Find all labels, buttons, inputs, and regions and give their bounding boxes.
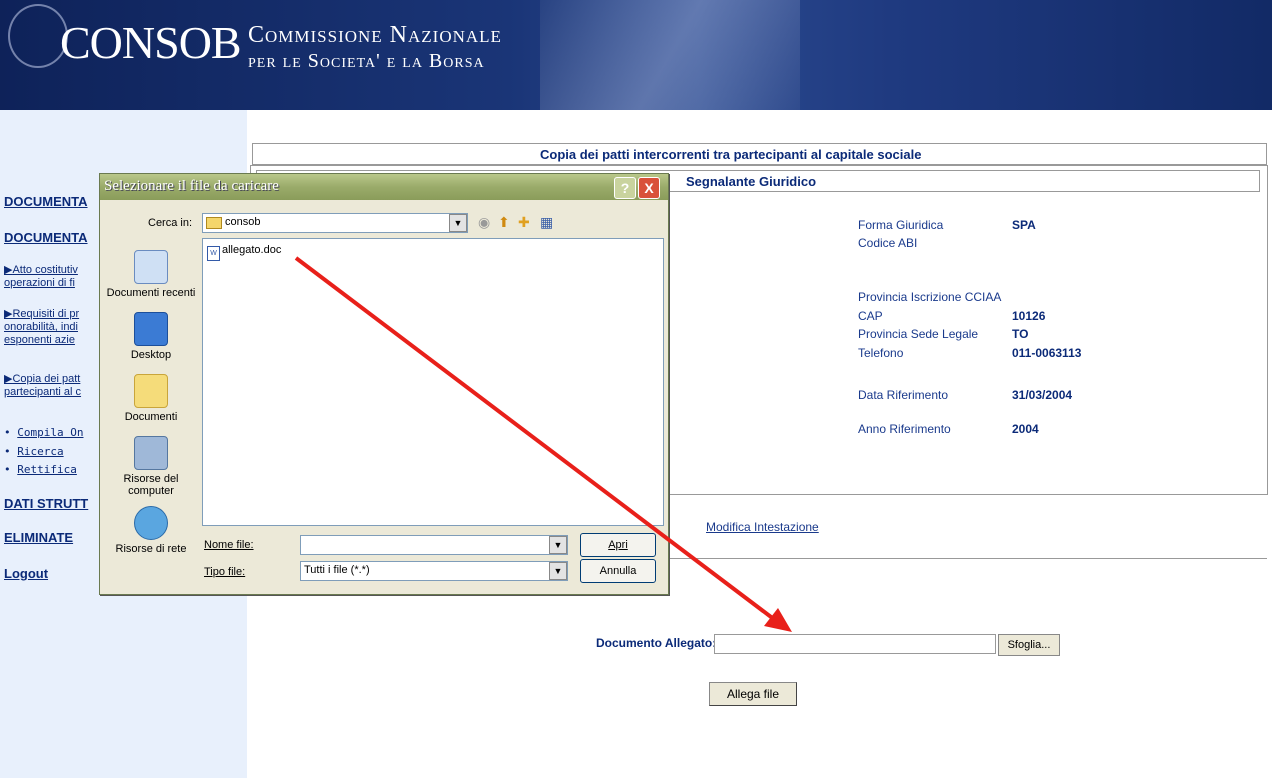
- apri-label: Apri: [608, 539, 628, 551]
- sidebar-head-documenta-1[interactable]: DOCUMENTA: [4, 194, 88, 209]
- data-label: Data Riferimento: [858, 388, 949, 402]
- tipo-file-value: Tutti i file (*.*): [304, 564, 370, 576]
- cap-value: 10126: [1012, 309, 1046, 323]
- data-value: 31/03/2004: [1012, 388, 1073, 402]
- nome-file-label-text: Nome file:: [204, 539, 254, 551]
- folder-icon: [206, 217, 222, 229]
- forma-label: Forma Giuridica: [858, 218, 944, 232]
- cerca-in-value: consob: [225, 216, 261, 228]
- place-label: Risorse di rete: [115, 543, 187, 555]
- cerca-in-label-text: Cerca in:: [148, 217, 193, 229]
- nome-file-label: Nome file:: [204, 539, 254, 551]
- chevron-down-icon[interactable]: ▼: [449, 214, 467, 232]
- cerca-in-select[interactable]: consob ▼: [202, 213, 468, 233]
- sidebar-bullet-compila-label: Compila On: [17, 426, 84, 439]
- place-label: Documenti: [124, 411, 178, 423]
- documento-allegato-input[interactable]: [714, 634, 996, 654]
- documents-folder-icon: [134, 374, 168, 408]
- sidebar-link-requisiti-label-3: esponenti azie: [4, 334, 75, 346]
- forma-value: SPA: [1012, 218, 1036, 232]
- sidebar-bullet-ricerca[interactable]: • Ricerca: [4, 445, 64, 458]
- apri-button[interactable]: Apri: [580, 533, 656, 557]
- sidebar-bullet-compila[interactable]: • Compila On: [4, 426, 83, 439]
- documento-allegato-label: Documento Allegato:: [596, 636, 717, 650]
- prov-value: TO: [1012, 327, 1029, 341]
- modifica-intestazione-link[interactable]: Modifica Intestazione: [706, 520, 819, 534]
- anno-label: Anno Riferimento: [858, 422, 951, 436]
- consob-emblem-icon: [8, 4, 68, 68]
- place-documenti-recenti[interactable]: Documenti recenti: [103, 250, 199, 299]
- place-desktop[interactable]: Desktop: [103, 312, 199, 361]
- place-label: Risorse del computer: [123, 473, 179, 497]
- abi-label: Codice ABI: [858, 236, 918, 250]
- sidebar-link-atto-label: Atto costitutiv: [12, 264, 78, 276]
- help-button[interactable]: ?: [614, 177, 636, 199]
- file-name: allegato.doc: [222, 244, 282, 256]
- brand-logo: CONSOB: [60, 17, 242, 68]
- clock-icon: [134, 250, 168, 284]
- sidebar-link-copia-label: Copia dei patt: [12, 373, 81, 385]
- tel-value: 011-0063113: [1012, 346, 1082, 360]
- tipo-file-label: Tipo file:: [204, 566, 245, 578]
- back-icon[interactable]: ◉: [478, 214, 490, 231]
- sidebar-link-atto[interactable]: ▶Atto costitutiv operazioni di fi: [4, 264, 78, 290]
- cerca-in-label: Cerca in:: [148, 217, 192, 229]
- sidebar-link-copia-label-2: partecipanti al c: [4, 386, 82, 398]
- network-globe-icon: [134, 506, 168, 540]
- place-risorse-rete[interactable]: Risorse di rete: [103, 506, 199, 555]
- place-documenti[interactable]: Documenti: [103, 374, 199, 423]
- file-upload-dialog: Selezionare il file da caricare ? X Cerc…: [99, 173, 669, 595]
- annulla-button[interactable]: Annulla: [580, 559, 656, 583]
- arrow-head: [764, 608, 792, 632]
- sidebar-link-requisiti-label-2: onorabilità, indi: [4, 321, 78, 333]
- brand-subtitle-1: Commissione Nazionale: [248, 22, 502, 48]
- sidebar-bullet-ricerca-label: Ricerca: [17, 445, 64, 458]
- place-risorse-computer[interactable]: Risorse del computer: [103, 436, 199, 497]
- sidebar-link-atto-label-2: operazioni di fi: [4, 277, 75, 289]
- new-folder-icon[interactable]: ✚: [518, 214, 530, 231]
- view-menu-icon[interactable]: ▦: [540, 214, 553, 231]
- anno-value: 2004: [1012, 422, 1039, 436]
- nome-file-input[interactable]: ▼: [300, 535, 568, 555]
- computer-icon: [134, 436, 168, 470]
- page-title: Copia dei patti intercorrenti tra partec…: [540, 147, 922, 162]
- sidebar-bullet-rettifica[interactable]: • Rettifica: [4, 463, 77, 476]
- allega-file-button[interactable]: Allega file: [709, 682, 797, 706]
- cciaa-label: Provincia Iscrizione CCIAA: [858, 290, 1002, 304]
- places-bar: Documenti recenti Desktop Documenti Riso…: [103, 240, 199, 555]
- sidebar-head-dati[interactable]: DATI STRUTT: [4, 496, 88, 511]
- sidebar-head-eliminate[interactable]: ELIMINATE: [4, 530, 73, 545]
- sidebar-link-requisiti[interactable]: ▶Requisiti di pr onorabilità, indi esponen…: [4, 308, 79, 347]
- header-banner: CONSOB Commissione Nazionale per le Soci…: [0, 0, 1272, 110]
- dialog-titlebar[interactable]: Selezionare il file da caricare ? X: [100, 174, 668, 200]
- sidebar-link-requisiti-label: Requisiti di pr: [12, 308, 80, 320]
- desktop-icon: [134, 312, 168, 346]
- sidebar-bullet-rettifica-label: Rettifica: [17, 463, 77, 476]
- prov-label: Provincia Sede Legale: [858, 327, 979, 341]
- section-title: Segnalante Giuridico: [686, 174, 817, 189]
- brand-subtitle-2: per le Societa' e la Borsa: [248, 50, 485, 72]
- place-label: Documenti recenti: [106, 287, 196, 299]
- dialog-title: Selezionare il file da caricare: [104, 178, 279, 194]
- close-button[interactable]: X: [638, 177, 660, 199]
- tel-label: Telefono: [858, 346, 904, 360]
- logout-link[interactable]: Logout: [4, 566, 48, 581]
- tipo-file-select[interactable]: Tutti i file (*.*) ▼: [300, 561, 568, 581]
- cap-label: CAP: [858, 309, 883, 323]
- place-label: Desktop: [130, 349, 172, 361]
- file-item[interactable]: Wallegato.doc: [207, 244, 281, 261]
- chevron-down-icon[interactable]: ▼: [549, 536, 567, 554]
- tipo-file-label-text: Tipo file:: [204, 566, 246, 578]
- file-list[interactable]: Wallegato.doc: [202, 238, 664, 526]
- sfoglia-button[interactable]: Sfoglia...: [998, 634, 1060, 656]
- sidebar-head-documenta-2[interactable]: DOCUMENTA: [4, 230, 88, 245]
- chevron-down-icon[interactable]: ▼: [549, 562, 567, 580]
- up-folder-icon[interactable]: ⬆: [498, 214, 510, 231]
- word-document-icon: W: [207, 246, 220, 261]
- banner-decoration: [540, 0, 800, 110]
- sidebar-link-copia[interactable]: ▶Copia dei patt partecipanti al c: [4, 373, 81, 399]
